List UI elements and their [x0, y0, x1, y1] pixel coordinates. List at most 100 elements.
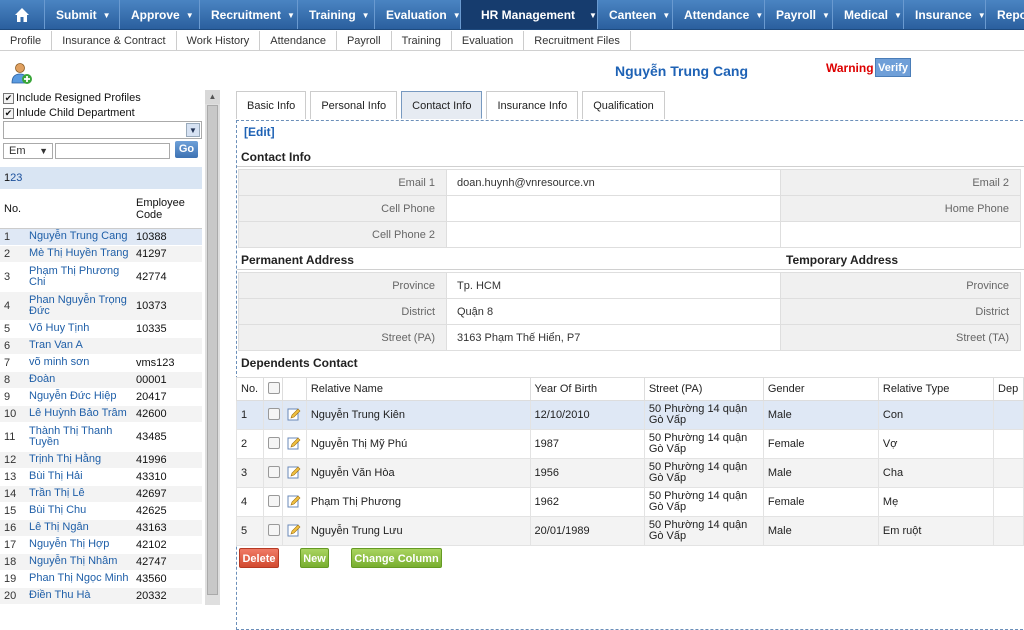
subnav-insurance-contract[interactable]: Insurance & Contract — [52, 31, 177, 50]
employee-row[interactable]: 12 Trịnh Thị Hằng 41996 — [0, 451, 202, 469]
tab-contact-info[interactable]: Contact Info — [401, 91, 483, 119]
row-checkbox-cell[interactable] — [262, 400, 283, 430]
employee-name-link[interactable]: Lê Huỳnh Bảo Trâm — [25, 405, 132, 423]
subnav-attendance[interactable]: Attendance — [260, 31, 337, 50]
verify-button[interactable]: Verify — [875, 58, 911, 77]
nav-approve[interactable]: Approve ▼ — [120, 0, 200, 29]
employee-row[interactable]: 5 Võ Huy Tịnh 10335 — [0, 320, 202, 338]
edit-pencil-icon[interactable] — [287, 523, 301, 537]
edit-pencil-icon[interactable] — [287, 465, 301, 479]
employee-row[interactable]: 14 Trần Thị Lê 42697 — [0, 485, 202, 503]
row-checkbox[interactable] — [267, 465, 280, 478]
employee-name-link[interactable]: Thành Thị Thanh Tuyền — [25, 422, 132, 452]
employee-name-link[interactable]: Phan Thị Ngọc Minh — [25, 570, 132, 588]
edit-cell[interactable] — [281, 516, 307, 546]
nav-medical[interactable]: Medical ▼ — [833, 0, 904, 29]
col-relative-name[interactable]: Relative Name — [305, 377, 531, 401]
scroll-up-icon[interactable]: ▲ — [205, 90, 220, 104]
row-checkbox[interactable] — [267, 407, 280, 420]
page-3[interactable]: 3 — [16, 172, 22, 184]
nav-canteen[interactable]: Canteen ▼ — [598, 0, 673, 29]
employee-name-link[interactable]: Đoàn — [25, 371, 132, 389]
col-year-of-birth[interactable]: Year Of Birth — [529, 377, 645, 401]
employee-row[interactable]: 4 Phan Nguyễn Trọng Đức 10373 — [0, 291, 202, 321]
employee-name-link[interactable]: Võ Huy Tịnh — [25, 320, 132, 338]
select-all-checkbox[interactable] — [267, 381, 280, 394]
employee-name-link[interactable]: Phạm Thị Phương Chi — [25, 262, 132, 292]
tab-insurance-info[interactable]: Insurance Info — [486, 91, 579, 119]
edit-cell[interactable] — [281, 429, 307, 459]
subnav-profile[interactable]: Profile — [0, 31, 53, 50]
edit-cell[interactable] — [281, 458, 307, 488]
employee-name-link[interactable]: Lê Thị Ngân — [25, 519, 132, 537]
dependent-row[interactable]: 4 Phạm Thị Phương 1962 50 Phường 14 quận Gò… — [236, 487, 1024, 517]
employee-row[interactable]: 3 Phạm Thị Phương Chi 42774 — [0, 262, 202, 292]
employee-row[interactable]: 13 Bùi Thị Hải 43310 — [0, 468, 202, 486]
col-gender[interactable]: Gender — [762, 377, 879, 401]
nav-payroll[interactable]: Payroll ▼ — [765, 0, 833, 29]
subnav-recruitment-files[interactable]: Recruitment Files — [524, 31, 631, 50]
delete-button[interactable]: Delete — [239, 548, 279, 568]
search-field-select[interactable]: Em ▼ — [3, 143, 53, 159]
col-select-all[interactable] — [262, 377, 283, 401]
employee-row[interactable]: 15 Bùi Thị Chu 42625 — [0, 502, 202, 520]
row-checkbox-cell[interactable] — [262, 458, 283, 488]
row-checkbox[interactable] — [267, 523, 280, 536]
employee-row[interactable]: 18 Nguyễn Thị Nhâm 42747 — [0, 553, 202, 571]
tab-personal-info[interactable]: Personal Info — [310, 91, 398, 119]
nav-training[interactable]: Training ▼ — [298, 0, 375, 29]
employee-name-link[interactable]: Bùi Thị Hải — [25, 468, 132, 486]
row-checkbox[interactable] — [267, 436, 280, 449]
sidebar-scrollbar[interactable]: ▲ — [205, 90, 220, 605]
subnav-training[interactable]: Training — [392, 31, 452, 50]
employee-name-link[interactable]: Trịnh Thị Hằng — [25, 451, 132, 469]
employee-row[interactable]: 16 Lê Thị Ngân 43163 — [0, 519, 202, 537]
nav-attendance[interactable]: Attendance ▼ — [673, 0, 765, 29]
edit-link[interactable]: [Edit] — [244, 125, 275, 139]
row-checkbox-cell[interactable] — [262, 429, 283, 459]
edit-cell[interactable] — [281, 400, 307, 430]
nav-report[interactable]: Report — [986, 0, 1024, 29]
subnav-evaluation[interactable]: Evaluation — [452, 31, 525, 50]
edit-cell[interactable] — [281, 487, 307, 517]
employee-row[interactable]: 10 Lê Huỳnh Bảo Trâm 42600 — [0, 405, 202, 423]
nav-evaluation[interactable]: Evaluation ▼ — [375, 0, 461, 29]
col-dep[interactable]: Dep — [993, 377, 1024, 401]
employee-row[interactable]: 17 Nguyễn Thị Hợp 42102 — [0, 536, 202, 554]
tab-qualification[interactable]: Qualification — [582, 91, 665, 119]
employee-row[interactable]: 2 Mè Thị Huyền Trang 41297 — [0, 245, 202, 263]
employee-row[interactable]: 20 Điền Thu Hà 20332 — [0, 587, 202, 605]
tab-basic-info[interactable]: Basic Info — [236, 91, 307, 119]
employee-name-link[interactable]: Nguyễn Đức Hiệp — [25, 388, 132, 406]
add-user-icon[interactable] — [11, 62, 33, 86]
employee-name-link[interactable]: Nguyễn Thị Hợp — [25, 536, 132, 554]
col-street[interactable]: Street (PA) — [643, 377, 764, 401]
include-resigned-checkbox[interactable]: ✔ Include Resigned Profiles — [3, 92, 141, 104]
home-button[interactable] — [0, 0, 45, 29]
row-checkbox-cell[interactable] — [262, 487, 283, 517]
row-checkbox-cell[interactable] — [262, 516, 283, 546]
employee-name-link[interactable]: Nguyễn Thị Nhâm — [25, 553, 132, 571]
search-input[interactable] — [55, 143, 170, 159]
edit-pencil-icon[interactable] — [287, 494, 301, 508]
subnav-payroll[interactable]: Payroll — [337, 31, 392, 50]
scroll-thumb[interactable] — [207, 105, 218, 595]
dependent-row[interactable]: 3 Nguyễn Văn Hòa 1956 50 Phường 14 quận Gò … — [236, 458, 1024, 488]
dependent-row[interactable]: 1 Nguyễn Trung Kiên 12/10/2010 50 Phường 14… — [236, 400, 1024, 430]
nav-insurance[interactable]: Insurance ▼ — [904, 0, 986, 29]
employee-row[interactable]: 6 Tran Van A — [0, 337, 202, 355]
edit-pencil-icon[interactable] — [287, 436, 301, 450]
change-column-button[interactable]: Change Column — [351, 548, 442, 568]
employee-row[interactable]: 1 Nguyễn Trung Cang 10388 — [0, 228, 202, 246]
row-checkbox[interactable] — [267, 494, 280, 507]
employee-row[interactable]: 11 Thành Thị Thanh Tuyền 43485 — [0, 422, 202, 452]
nav-hr-management[interactable]: HR Management ▼ — [461, 0, 598, 29]
nav-recruitment[interactable]: Recruitment ▼ — [200, 0, 298, 29]
employee-row[interactable]: 7 võ minh sơn vms123 — [0, 354, 202, 372]
go-button[interactable]: Go — [175, 141, 198, 158]
dependent-row[interactable]: 5 Nguyễn Trung Lưu 20/01/1989 50 Phường 14 … — [236, 516, 1024, 546]
employee-name-link[interactable]: Phan Nguyễn Trọng Đức — [25, 291, 132, 321]
employee-name-link[interactable]: Nguyễn Trung Cang — [25, 228, 132, 246]
employee-name-link[interactable]: Bùi Thị Chu — [25, 502, 132, 520]
employee-row[interactable]: 19 Phan Thị Ngọc Minh 43560 — [0, 570, 202, 588]
